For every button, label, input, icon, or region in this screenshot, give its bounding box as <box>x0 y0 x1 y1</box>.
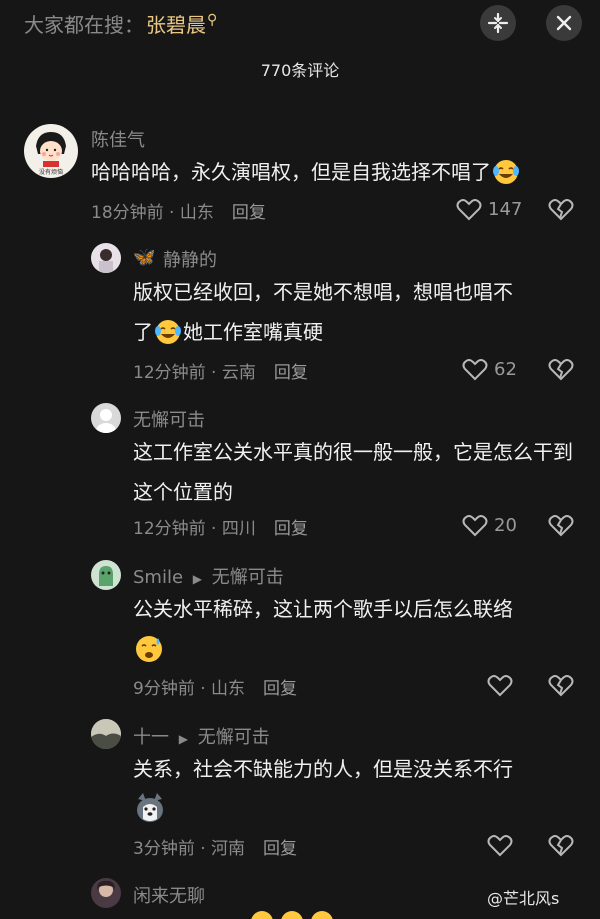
dislike-button[interactable] <box>548 357 574 385</box>
comment-text: 公关水平稀碎，这让两个歌手以后怎么联络 <box>133 589 573 669</box>
heart-icon <box>487 835 513 857</box>
laugh-cry-emoji <box>153 316 183 346</box>
avatar[interactable]: 没有烦恼 <box>24 124 78 178</box>
timestamp: 9分钟前 <box>133 679 195 699</box>
search-suggestion[interactable]: 大家都在搜： 张碧晨⚲ <box>24 9 217 38</box>
reply-arrow-icon: ▶ <box>192 572 203 586</box>
search-keyword[interactable]: 张碧晨 <box>146 13 206 37</box>
expand-icon <box>487 12 509 34</box>
username[interactable]: 无懈可击 <box>133 406 205 432</box>
avatar[interactable] <box>91 243 121 273</box>
broken-heart-icon <box>548 515 574 537</box>
reply-button[interactable]: 回复 <box>232 203 266 223</box>
comment-meta: 18分钟前 · 山东 回复 <box>91 203 266 223</box>
timestamp: 12分钟前 <box>133 363 206 383</box>
search-icon: ⚲ <box>207 12 218 28</box>
broken-heart-icon <box>548 199 574 221</box>
watermark: @芒北风s <box>487 889 560 908</box>
reply-to-user[interactable]: 无懈可击 <box>198 727 270 748</box>
heart-icon <box>462 515 488 537</box>
avatar-caption: 没有烦恼 <box>39 168 63 176</box>
timestamp: 12分钟前 <box>133 519 206 539</box>
comment-text: 关系，社会不缺能力的人，但是没关系不行 <box>133 749 573 829</box>
timestamp: 3分钟前 <box>133 839 195 859</box>
like-button[interactable]: 62 <box>462 357 517 381</box>
heart-icon <box>487 675 513 697</box>
like-button[interactable]: 147 <box>456 197 522 221</box>
heart-icon <box>462 359 488 381</box>
username[interactable]: 闲来无聊 <box>133 882 205 908</box>
dislike-button[interactable] <box>548 673 574 701</box>
like-count: 62 <box>494 358 517 380</box>
dislike-button[interactable] <box>548 833 574 861</box>
username[interactable]: Smile <box>133 567 183 588</box>
username[interactable]: 静静的 <box>163 246 217 272</box>
comment-meta: 3分钟前 · 河南 回复 <box>133 839 298 859</box>
like-button[interactable]: 20 <box>462 513 517 537</box>
reply-button[interactable]: 回复 <box>274 519 308 539</box>
avatar[interactable] <box>91 719 121 749</box>
avatar[interactable] <box>91 878 121 908</box>
husky-emoji <box>133 791 167 825</box>
like-button[interactable] <box>487 673 513 697</box>
like-count: 147 <box>488 198 523 220</box>
comment-meta: 12分钟前 · 四川 回复 <box>133 519 308 539</box>
comment-text: 这工作室公关水平真的很一般一般，它是怎么干到这个位置的 <box>133 440 573 504</box>
comment-meta: 12分钟前 · 云南 回复 <box>133 363 308 383</box>
location: 云南 <box>221 363 256 383</box>
broken-heart-icon <box>548 359 574 381</box>
avatar[interactable] <box>91 403 121 433</box>
location: 山东 <box>211 679 246 699</box>
broken-heart-icon <box>548 835 574 857</box>
comment-meta: 9分钟前 · 山东 回复 <box>133 679 298 699</box>
reply-button[interactable]: 回复 <box>263 839 297 859</box>
location: 山东 <box>179 203 214 223</box>
reply-thread-header: 十一 ▶ 无懈可击 <box>133 723 270 749</box>
close-button[interactable] <box>546 5 582 41</box>
heart-icon <box>456 199 482 221</box>
comment-text: 哈哈哈哈，永久演唱权，但是自我选择不唱了 <box>91 152 591 192</box>
butterfly-icon: 🦋 <box>133 247 156 268</box>
comment-count: 770条评论 <box>260 61 340 80</box>
location: 四川 <box>221 519 256 539</box>
location: 河南 <box>211 839 246 859</box>
avatar[interactable] <box>91 560 121 590</box>
close-icon <box>556 15 572 31</box>
reply-button[interactable]: 回复 <box>263 679 297 699</box>
reply-arrow-icon: ▶ <box>178 732 188 746</box>
username[interactable]: 陈佳气 <box>91 126 145 152</box>
expand-button[interactable] <box>480 5 516 41</box>
username[interactable]: 十一 <box>133 727 169 748</box>
dislike-button[interactable] <box>548 197 574 225</box>
broken-heart-icon <box>548 675 574 697</box>
reply-thread-header: Smile ▶ 无懈可击 <box>133 563 284 589</box>
laugh-cry-emoji <box>491 156 521 186</box>
emoji-row <box>250 910 340 919</box>
reply-to-user[interactable]: 无懈可击 <box>212 567 284 588</box>
reply-button[interactable]: 回复 <box>274 363 308 383</box>
sweating-emoji <box>133 632 165 664</box>
like-count: 20 <box>494 514 517 536</box>
comment-text: 版权已经收回，不是她不想唱，想唱也唱不了她工作室嘴真硬 <box>133 280 513 346</box>
dislike-button[interactable] <box>548 513 574 541</box>
top-bar: 大家都在搜： 张碧晨⚲ 770条评论 <box>0 0 600 80</box>
timestamp: 18分钟前 <box>91 203 164 223</box>
like-button[interactable] <box>487 833 513 857</box>
search-prefix: 大家都在搜： <box>24 13 144 37</box>
